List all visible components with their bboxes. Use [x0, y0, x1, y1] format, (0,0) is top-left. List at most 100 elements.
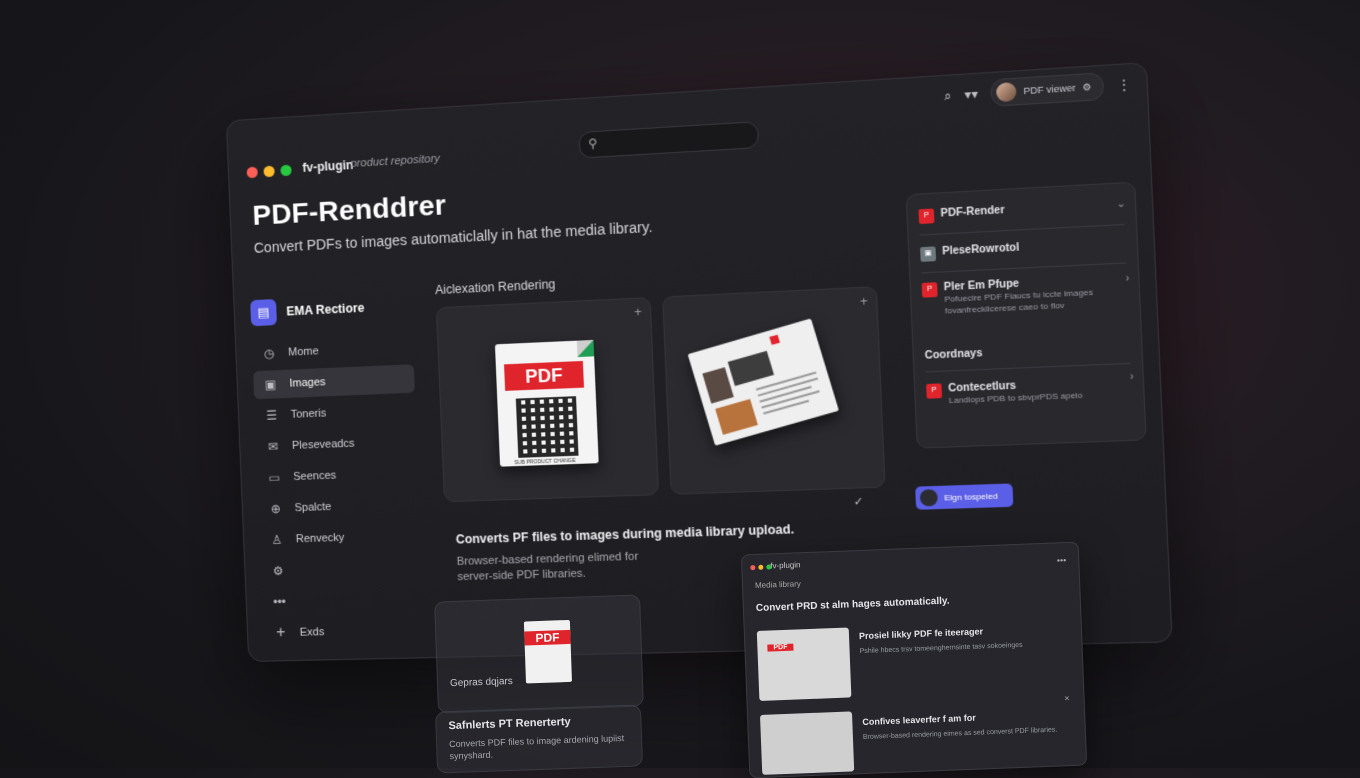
search-icon[interactable]: ⌕ [944, 88, 952, 104]
divider [919, 223, 1125, 236]
feature-description: Browser-based rendering elimed for serve… [456, 550, 639, 584]
sidebar-item-images[interactable]: ▣ Images [253, 364, 415, 400]
right-panel: P PDF-Render ⌄ ▣ PleseRowrotol P Pler Em… [905, 181, 1147, 449]
magazine-page-image [687, 318, 840, 446]
sidebar-item-label: Toneris [290, 407, 327, 421]
sidebar: ▤ EMA Rectiore ◷ Mome ▣ Images ☰ Toneris… [250, 292, 426, 650]
section-title: Aiclexation Rendering [434, 277, 556, 298]
user-label: PDF viewer [1023, 82, 1076, 97]
close-dot[interactable] [750, 565, 756, 571]
search-icon: ⚲ [587, 135, 598, 151]
add-icon[interactable]: + [634, 305, 642, 320]
user-menu[interactable]: PDF viewer ⚙ [990, 72, 1105, 107]
sidebar-item-pleseveadcs[interactable]: ✉ Pleseveadcs [256, 427, 418, 461]
pdf-label-small: PDF [524, 629, 571, 646]
chevron-right-icon[interactable]: › [1130, 371, 1134, 383]
pdf-preview-card[interactable]: + PDF SUB PRODUCT CHANGE [435, 297, 660, 503]
avatar [996, 81, 1018, 103]
sidebar-item-seences[interactable]: ▭ Seences [257, 458, 419, 492]
minimize-dot[interactable] [263, 165, 275, 178]
panel-item-coordnays[interactable]: Coordnays [925, 341, 1133, 362]
sidebar-item-renvecky[interactable]: ♙ Renvecky [259, 521, 421, 554]
image-icon: ▣ [264, 377, 277, 392]
mini-breadcrumb: Media library [754, 579, 801, 591]
sidebar-item-label: Images [289, 376, 326, 390]
mini-window: fv-plugin ••• Media library Convert PRD … [740, 541, 1088, 778]
more-icon: ••• [272, 594, 287, 610]
image-preview-card[interactable]: + [662, 286, 886, 495]
lower-left-title: Gepras dqjars [449, 675, 513, 690]
image-icon: ▣ [920, 246, 937, 262]
mini-item1-title: Prosiel likky PDF fe iteerager [858, 626, 984, 642]
panel-item-rowrotol[interactable]: ▣ PleseRowrotol [920, 237, 1128, 262]
more-icon[interactable]: ⋮ [1117, 77, 1131, 93]
chevron-down-icon[interactable]: ▾▾ [964, 86, 978, 102]
sidebar-item-label: Exds [299, 626, 325, 639]
mini-item1-desc: Pshile hbecs trsv tomeenghernsinte tasv … [859, 641, 1023, 656]
divider [925, 362, 1131, 373]
sidebar-item-label: Mome [287, 345, 319, 359]
sidebar-item-mome[interactable]: ◷ Mome [252, 333, 414, 368]
close-dot[interactable] [246, 166, 258, 179]
brand-label: EMA Rectiore [286, 300, 365, 319]
user-icon: ♙ [271, 532, 283, 548]
close-icon[interactable]: × [1064, 693, 1070, 703]
mini-item2-title: Confives leaverfer f am for [862, 712, 976, 728]
feature-title: Converts PF files to images during media… [455, 522, 795, 547]
search-input[interactable]: ⚲ [578, 121, 760, 159]
sidebar-item-toneris[interactable]: ☰ Toneris [254, 396, 416, 431]
zoom-dot[interactable] [280, 164, 292, 177]
clock-icon: ◷ [263, 346, 275, 361]
header-actions: ⌕ ▾▾ PDF viewer ⚙ ⋮ [943, 71, 1131, 110]
photo-thumb [727, 350, 775, 386]
sidebar-item-exds[interactable]: + Exds [263, 616, 425, 648]
pdf-badge: PDF [504, 360, 584, 391]
avatar [919, 489, 938, 507]
divider [921, 262, 1127, 274]
panel-item-pdf-render[interactable]: P PDF-Render [918, 198, 1126, 225]
more-icon[interactable]: ••• [1057, 555, 1067, 565]
sidebar-item-settings[interactable]: ⚙ [261, 553, 423, 586]
mini-thumb-person [759, 711, 855, 775]
panel-item-title: PDF-Render [940, 204, 1005, 220]
sidebar-item-label: Pleseveadcs [291, 437, 355, 452]
app-name: fv-plugin [302, 157, 354, 175]
chevron-down-icon[interactable]: ⌄ [1116, 198, 1126, 210]
accent-mark [769, 334, 780, 346]
lower-feature-title: Safnlerts PT Renerterty [448, 715, 571, 733]
mini-pdf-badge: PDF [767, 643, 794, 652]
lower-feature-card[interactable]: Safnlerts PT Renerterty Converts PDF fil… [434, 704, 644, 774]
photo-thumb [702, 367, 734, 404]
pdf-icon: P [921, 282, 938, 298]
lower-feature-desc: Converts PDF files to image ardening lup… [448, 733, 625, 762]
sidebar-item-label: Renvecky [295, 531, 345, 546]
app-subtitle: product repository [350, 152, 441, 171]
mini-item2-desc: Browser-based rendering eimes as sed con… [862, 726, 1058, 742]
sidebar-item-spalcte[interactable]: ⊕ Spalcte [258, 490, 420, 524]
window-controls [246, 164, 292, 179]
stage: fv-plugin product repository ⚲ ⌕ ▾▾ PDF … [0, 0, 1360, 778]
pdf-document-icon: PDF SUB PRODUCT CHANGE [494, 339, 599, 467]
pdf-icon: P [918, 208, 935, 225]
chevron-right-icon[interactable]: › [1125, 273, 1129, 285]
mini-title: Convert PRD st alm hages automatically. [755, 595, 950, 615]
sidebar-brand[interactable]: ▤ EMA Rectiore [250, 292, 412, 327]
qr-caption: SUB PRODUCT CHANGE [514, 457, 576, 467]
panel-item-em-pfupe[interactable]: P Pler Em Pfupe Pofuecire PDF Fiaucs tu … [921, 273, 1131, 318]
sidebar-item-more[interactable]: ••• [262, 584, 424, 616]
cta-button[interactable]: Elgn tospeled [915, 483, 1014, 510]
mini-app-name: fv-plugin [770, 560, 801, 571]
settings-icon: ⚙ [1081, 81, 1092, 93]
mail-icon: ✉ [267, 439, 279, 454]
page-fold [576, 339, 595, 358]
panel-item-contecetlurs[interactable]: P Contecetlurs Landiops PDB to sbvprPDS … [926, 376, 1135, 408]
pdf-badge-small: PDF [523, 619, 572, 684]
qr-code-icon [515, 396, 579, 458]
lower-pdf-card[interactable]: PDF Gepras dqjars [434, 594, 644, 714]
sidebar-item-label: Spalcte [294, 500, 332, 515]
list-icon: ☰ [266, 408, 278, 423]
add-icon[interactable]: + [860, 294, 868, 309]
mini-thumb-pdf: PDF [756, 627, 852, 701]
minimize-dot[interactable] [758, 564, 764, 570]
plus-icon: + [275, 624, 286, 642]
